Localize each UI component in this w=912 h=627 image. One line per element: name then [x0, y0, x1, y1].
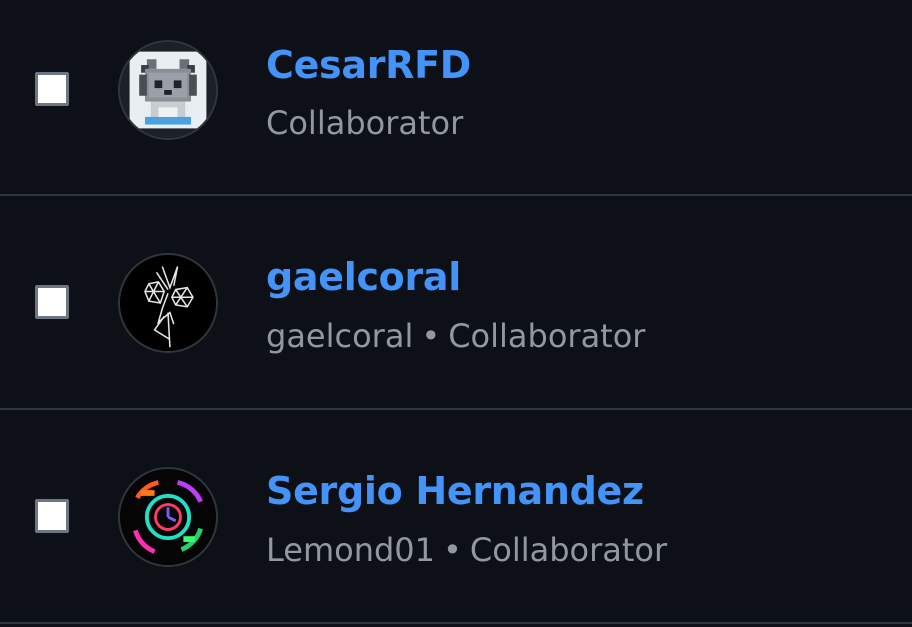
select-checkbox[interactable]	[35, 499, 69, 533]
list-item: Sergio Hernandez Lemond01 • Collaborator	[0, 410, 912, 622]
collaborator-list: CesarRFD Collaborator gaelcoral gaelcora…	[0, 0, 912, 627]
line-art-avatar-icon	[120, 255, 216, 351]
member-name-link[interactable]: CesarRFD	[266, 43, 471, 87]
member-name-link[interactable]: Sergio Hernandez	[266, 469, 644, 513]
separator-dot: •	[443, 531, 462, 569]
list-item: gaelcoral gaelcoral • Collaborator	[0, 196, 912, 408]
neon-clock-avatar-icon	[120, 469, 216, 565]
select-checkbox[interactable]	[35, 285, 69, 319]
avatar[interactable]	[118, 40, 218, 140]
select-checkbox[interactable]	[35, 72, 69, 106]
divider	[0, 622, 912, 624]
member-role: Collaborator	[469, 531, 668, 569]
member-meta: Lemond01 • Collaborator	[266, 531, 667, 569]
member-username: Lemond01	[266, 531, 436, 569]
avatar[interactable]	[118, 253, 218, 353]
member-meta: Collaborator	[266, 104, 463, 142]
list-item: CesarRFD Collaborator	[0, 0, 912, 194]
member-meta: gaelcoral • Collaborator	[266, 317, 645, 355]
avatar[interactable]	[118, 467, 218, 567]
member-role: Collaborator	[448, 317, 646, 355]
member-username: gaelcoral	[266, 317, 414, 355]
separator-dot: •	[421, 317, 441, 355]
member-name-link[interactable]: gaelcoral	[266, 255, 461, 299]
pixel-cat-avatar-icon	[120, 42, 216, 138]
member-role: Collaborator	[266, 104, 464, 142]
